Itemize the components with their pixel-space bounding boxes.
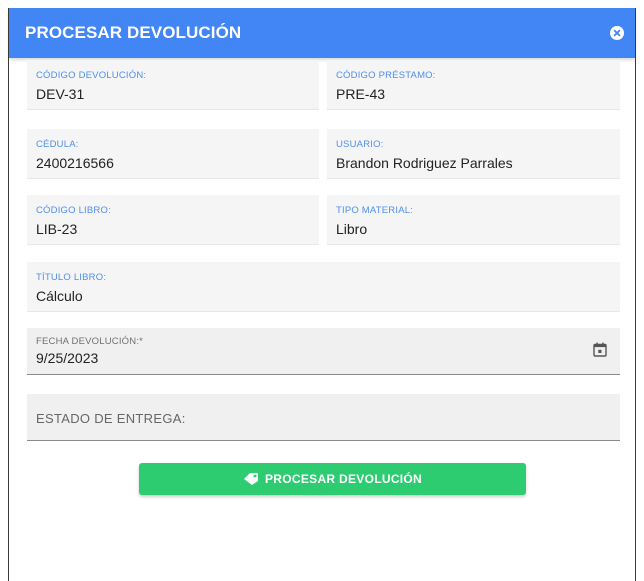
- codigo-devolucion-value: DEV-31: [36, 86, 85, 102]
- process-return-dialog: PROCESAR DEVOLUCIÓN CÓDIGO DEVOLUCIÓN: D…: [8, 8, 636, 581]
- calendar-icon[interactable]: [593, 342, 607, 362]
- procesar-devolucion-button[interactable]: PROCESAR DEVOLUCIÓN: [139, 463, 526, 495]
- tipo-material-value: Libro: [336, 221, 368, 237]
- tipo-material-label: TIPO MATERIAL:: [336, 205, 414, 216]
- procesar-devolucion-label: PROCESAR DEVOLUCIÓN: [264, 472, 423, 486]
- titulo-libro-field: TÍTULO LIBRO: Cálculo: [27, 262, 620, 312]
- codigo-libro-value: LIB-23: [36, 221, 78, 237]
- codigo-devolucion-field: CÓDIGO DEVOLUCIÓN: DEV-31: [27, 60, 319, 110]
- codigo-devolucion-label: CÓDIGO DEVOLUCIÓN:: [36, 70, 147, 81]
- usuario-field: USUARIO: Brandon Rodriguez Parrales: [327, 129, 620, 179]
- tipo-material-field: TIPO MATERIAL: Libro: [327, 195, 620, 245]
- titulo-libro-value: Cálculo: [36, 288, 83, 304]
- codigo-prestamo-label: CÓDIGO PRÉSTAMO:: [336, 70, 436, 81]
- close-icon[interactable]: [610, 26, 624, 40]
- cedula-label: CÉDULA:: [36, 139, 79, 150]
- codigo-prestamo-value: PRE-43: [336, 86, 386, 102]
- titulo-libro-label: TÍTULO LIBRO:: [36, 272, 107, 283]
- codigo-prestamo-field: CÓDIGO PRÉSTAMO: PRE-43: [327, 60, 620, 110]
- fecha-devolucion-label: FECHA DEVOLUCIÓN:*: [36, 336, 144, 347]
- usuario-value: Brandon Rodriguez Parrales: [336, 155, 513, 171]
- codigo-libro-label: CÓDIGO LIBRO:: [36, 205, 111, 216]
- estado-entrega-field[interactable]: ESTADO DE ENTREGA:: [27, 394, 620, 441]
- usuario-label: USUARIO:: [336, 139, 384, 150]
- dialog-title: PROCESAR DEVOLUCIÓN: [25, 23, 242, 42]
- estado-entrega-label: ESTADO DE ENTREGA:: [36, 411, 186, 426]
- dialog-header: PROCESAR DEVOLUCIÓN: [9, 8, 635, 58]
- cedula-field: CÉDULA: 2400216566: [27, 129, 319, 179]
- fecha-devolucion-input[interactable]: [36, 350, 436, 366]
- fecha-devolucion-field[interactable]: FECHA DEVOLUCIÓN:*: [27, 328, 620, 375]
- cedula-value: 2400216566: [36, 155, 114, 171]
- codigo-libro-field: CÓDIGO LIBRO: LIB-23: [27, 195, 319, 245]
- tag-icon: [243, 473, 258, 485]
